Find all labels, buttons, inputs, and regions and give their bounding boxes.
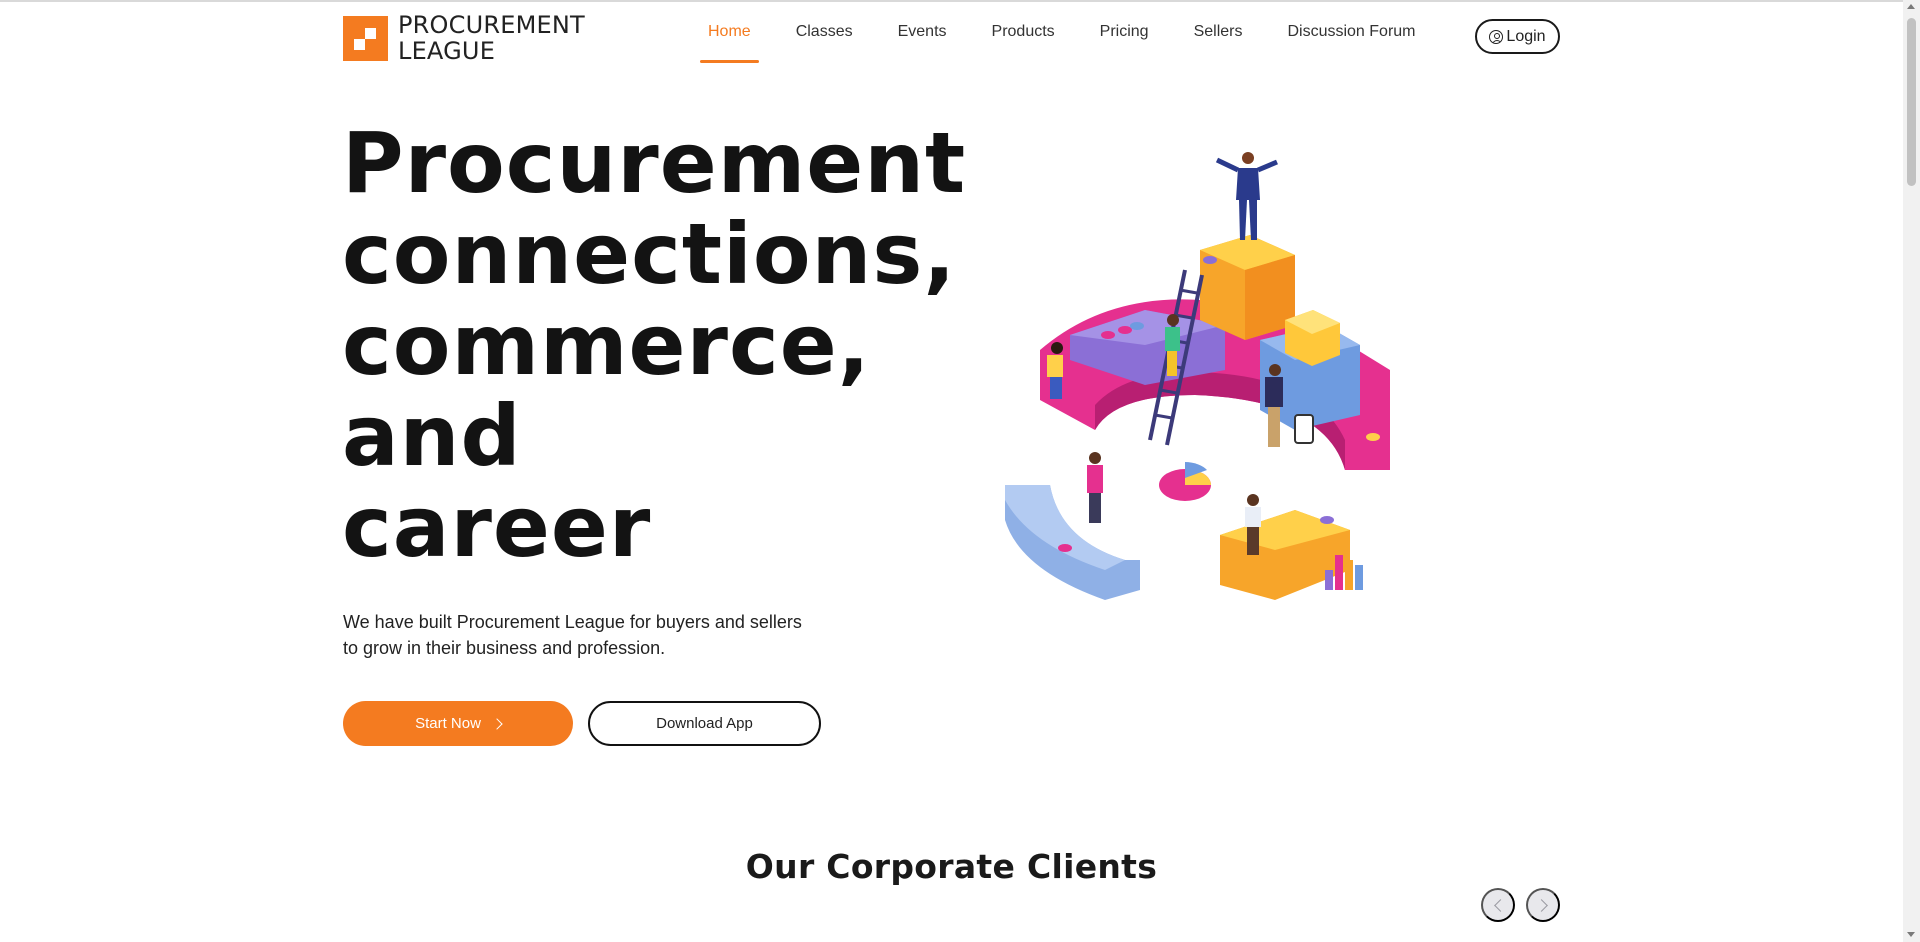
logo-line-2: LEAGUE [398, 37, 496, 65]
download-app-label: Download App [656, 715, 753, 732]
procurement-league-logo-icon [343, 15, 388, 61]
logo-wordmark: PROCUREMENT LEAGUE [398, 12, 585, 64]
chevron-right-icon [491, 717, 503, 730]
scrollbar-thumb[interactable] [1907, 18, 1916, 186]
login-label: Login [1506, 27, 1546, 45]
chevron-right-icon [1534, 898, 1548, 912]
nav-home[interactable]: Home [700, 0, 759, 64]
isometric-business-team-illustration [1005, 152, 1390, 600]
nav-discussion-forum[interactable]: Discussion Forum [1279, 0, 1423, 64]
hero-title-line: Procurement [342, 114, 967, 212]
corporate-clients-heading: Our Corporate Clients [745, 847, 1158, 886]
nav-classes[interactable]: Classes [788, 0, 861, 64]
logo-line-1: PROCUREMENT [398, 11, 585, 39]
hero-subtitle: We have built Procurement League for buy… [343, 612, 802, 658]
carousel-prev-button[interactable] [1481, 888, 1515, 922]
page-scrollbar[interactable] [1903, 0, 1920, 942]
hero-title-line: connections, [342, 205, 957, 303]
start-now-button[interactable]: Start Now [343, 701, 573, 746]
start-now-label: Start Now [415, 715, 481, 732]
carousel-next-button[interactable] [1526, 888, 1560, 922]
chevron-left-icon [1493, 898, 1507, 912]
scroll-up-arrow-icon[interactable] [1907, 4, 1915, 9]
site-logo[interactable]: PROCUREMENT LEAGUE [343, 12, 585, 64]
login-button[interactable]: Login [1475, 19, 1560, 54]
site-header: PROCUREMENT LEAGUE Home Classes Events P… [0, 0, 1900, 72]
hero-title-line: commerce, [342, 296, 871, 394]
hero-title: Procurement connections, commerce, and c… [342, 118, 982, 573]
nav-pricing[interactable]: Pricing [1092, 0, 1157, 64]
user-circle-icon [1489, 29, 1504, 44]
hero-title-line: career [342, 478, 652, 576]
nav-products[interactable]: Products [984, 0, 1063, 64]
hero-title-line: and [342, 387, 522, 485]
main-nav: Home Classes Events Products Pricing Sel… [700, 0, 1453, 64]
nav-events[interactable]: Events [890, 0, 955, 64]
nav-sellers[interactable]: Sellers [1186, 0, 1251, 64]
download-app-button[interactable]: Download App [588, 701, 821, 746]
scroll-down-arrow-icon[interactable] [1907, 932, 1915, 937]
